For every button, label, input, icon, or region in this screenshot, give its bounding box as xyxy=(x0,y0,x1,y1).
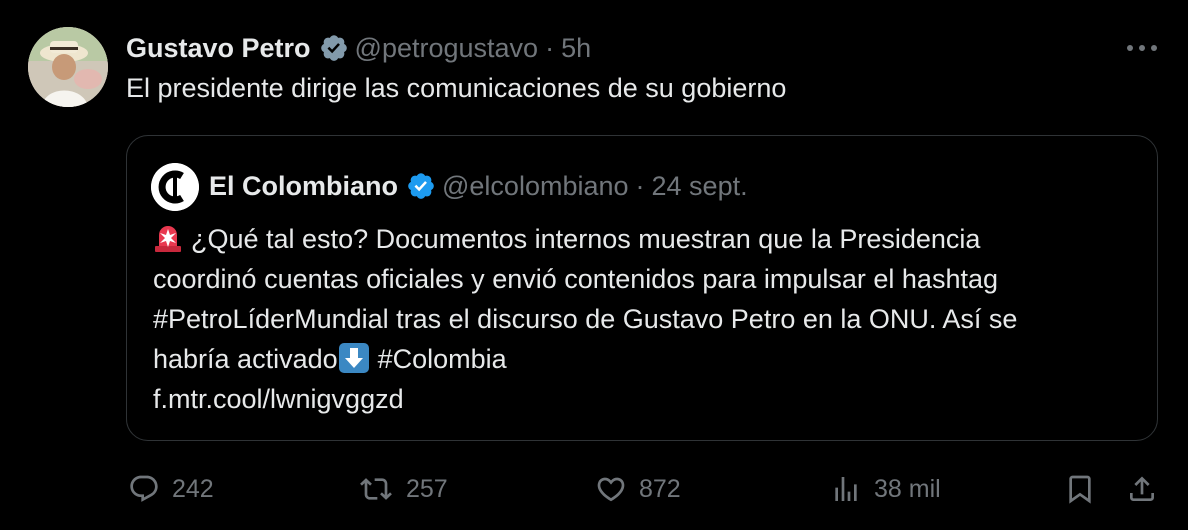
author-handle[interactable]: @petrogustavo xyxy=(355,33,539,64)
quoted-line: habría activado #Colombia xyxy=(153,339,1143,379)
police-light-emoji xyxy=(153,223,183,253)
verified-badge-icon xyxy=(319,33,349,63)
quoted-date[interactable]: 24 sept. xyxy=(652,171,748,202)
tweet-author-row: Gustavo Petro @petrogustavo · 5h xyxy=(126,29,591,67)
like-button[interactable]: 872 xyxy=(595,466,681,512)
bookmark-button[interactable] xyxy=(1064,466,1096,512)
author-name[interactable]: Gustavo Petro xyxy=(126,33,311,64)
repost-icon xyxy=(360,478,392,500)
quoted-line: ¿Qué tal esto? Documentos internos muest… xyxy=(153,219,1143,259)
repost-button[interactable]: 257 xyxy=(358,466,448,512)
more-button[interactable] xyxy=(1122,34,1162,62)
quoted-tweet[interactable]: El Colombiano @elcolombiano · 24 sept. ¿… xyxy=(126,135,1158,441)
quoted-line-1: ¿Qué tal esto? Documentos internos muest… xyxy=(191,224,981,254)
separator-dot: · xyxy=(635,170,645,201)
tweet-time[interactable]: 5h xyxy=(561,33,591,64)
quoted-line-2: coordinó cuentas oficiales y envió conte… xyxy=(153,264,999,294)
views-count: 38 mil xyxy=(874,474,941,503)
share-icon xyxy=(1130,476,1154,501)
tweet: Gustavo Petro @petrogustavo · 5h El pres… xyxy=(0,0,1188,530)
quoted-text: ¿Qué tal esto? Documentos internos muest… xyxy=(153,219,1143,419)
share-button[interactable] xyxy=(1126,466,1158,512)
down-arrow-emoji xyxy=(338,342,370,374)
like-count: 872 xyxy=(639,474,681,503)
quoted-author-handle[interactable]: @elcolombiano xyxy=(442,171,629,202)
action-bar: 242 257 872 38 mil xyxy=(0,466,1188,512)
quoted-author-name[interactable]: El Colombiano xyxy=(209,171,398,202)
hashtag-colombia[interactable]: #Colombia xyxy=(378,344,507,374)
more-horizontal-icon xyxy=(1127,45,1157,51)
quoted-author-row: El Colombiano @elcolombiano · 24 sept. xyxy=(209,168,748,204)
quoted-line-4a: habría activado xyxy=(153,344,338,374)
bookmark-icon xyxy=(1069,475,1091,504)
quoted-author-avatar[interactable] xyxy=(151,163,199,211)
separator-dot: · xyxy=(545,32,555,63)
repost-count: 257 xyxy=(406,474,448,503)
author-avatar[interactable] xyxy=(28,27,108,107)
views-button[interactable]: 38 mil xyxy=(830,466,941,512)
reply-count: 242 xyxy=(172,474,214,503)
views-icon xyxy=(835,477,857,501)
verified-badge-icon xyxy=(406,171,436,201)
quoted-link[interactable]: f.mtr.cool/lwnigvggzd xyxy=(153,379,1143,419)
quoted-line-3: #PetroLíderMundial tras el discurso de G… xyxy=(153,304,1018,334)
reply-icon xyxy=(130,475,158,502)
heart-icon xyxy=(597,477,625,502)
tweet-text: El presidente dirige las comunicaciones … xyxy=(126,73,787,103)
reply-button[interactable]: 242 xyxy=(128,466,214,512)
